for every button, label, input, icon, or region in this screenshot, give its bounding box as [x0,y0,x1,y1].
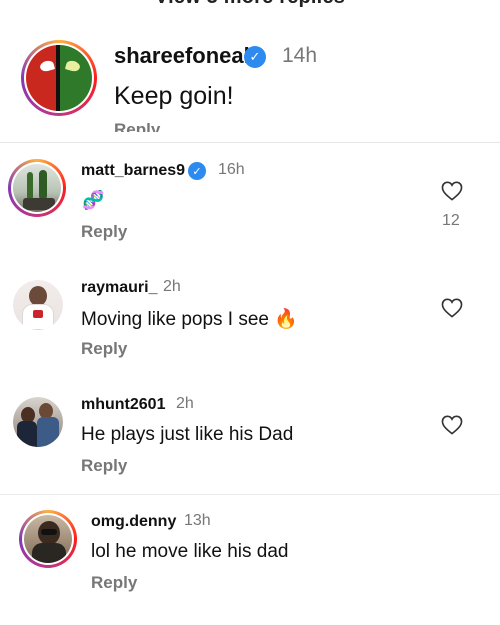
timestamp: 13h [184,512,211,529]
timestamp: 2h [163,278,181,295]
timestamp: 16h [218,161,245,178]
view-more-replies-link[interactable]: View 3 more replies [0,0,500,9]
heart-outline-icon[interactable] [441,298,463,318]
username[interactable]: raymauri_ [81,279,158,297]
divider [0,494,500,495]
username[interactable]: omg.denny [91,513,176,531]
comment-text: Moving like pops I see 🔥 [81,309,298,330]
username[interactable]: mhunt2601 [81,396,165,414]
heart-outline-icon[interactable] [441,181,463,201]
username[interactable]: matt_barnes9 [81,162,185,180]
verified-check-icon: ✓ [188,162,206,180]
reply-button[interactable]: Reply [81,339,127,359]
timestamp: 14h [282,44,318,67]
reply-button[interactable]: Reply [81,222,127,242]
divider [0,142,500,143]
comment-text: 🧬 [82,190,105,210]
heart-outline-icon[interactable] [441,415,463,435]
username[interactable]: shareefoneal [114,43,250,69]
avatar[interactable] [19,510,77,568]
comment-text: Keep goin! [114,82,234,110]
verified-check-icon: ✓ [244,46,266,68]
comment-text: He plays just like his Dad [81,424,294,445]
avatar[interactable] [13,397,63,447]
timestamp: 2h [176,395,194,412]
avatar[interactable] [21,40,97,116]
reply-button[interactable]: Reply [114,120,160,132]
comment-text: lol he move like his dad [91,541,289,562]
avatar[interactable] [8,159,66,217]
reply-button[interactable]: Reply [91,573,137,593]
like-count: 12 [442,212,460,229]
avatar[interactable] [13,280,63,330]
reply-button[interactable]: Reply [81,456,127,476]
